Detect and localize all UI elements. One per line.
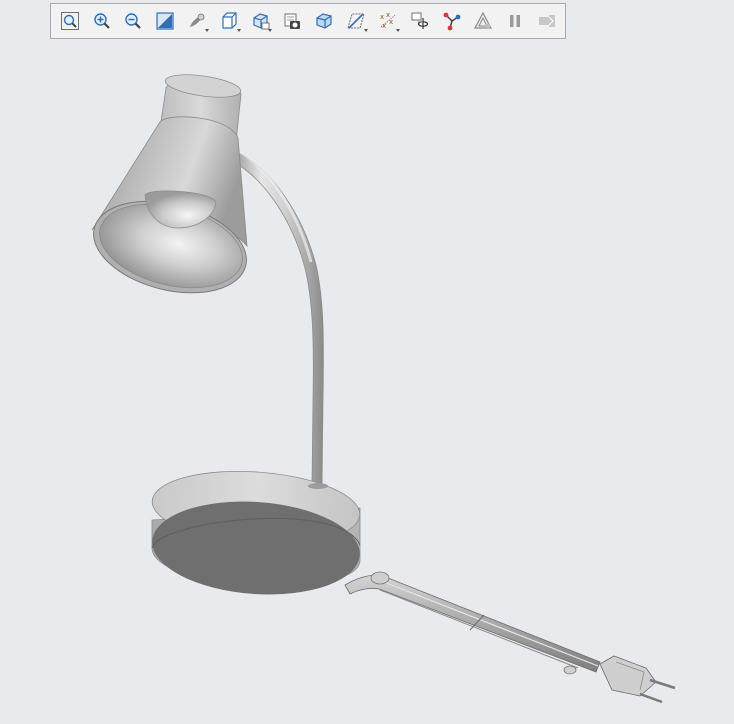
zoom-out-button[interactable]: [120, 7, 148, 35]
pause-button[interactable]: [501, 7, 529, 35]
zoom-out-icon: [125, 13, 142, 29]
view-manager-icon: [253, 13, 270, 30]
repaint-icon: [156, 12, 174, 30]
annotation-display-icon: x x x x: [380, 11, 396, 30]
lamp-3d-view[interactable]: [0, 0, 734, 724]
graphics-toolbar: x x x x: [50, 3, 566, 39]
saved-orientations-icon: [222, 12, 237, 29]
section-icon: [316, 13, 332, 29]
zoom-in-button[interactable]: [88, 7, 116, 35]
pause-icon: [510, 15, 521, 27]
refit-icon: [60, 12, 79, 30]
datum-display-icon: [347, 13, 365, 29]
next-icon: [538, 15, 555, 27]
spin-center-button[interactable]: [406, 7, 434, 35]
regenerate-button[interactable]: [470, 7, 498, 35]
model-tree-filter-button[interactable]: [438, 7, 466, 35]
graphics-window[interactable]: x x x x: [0, 0, 734, 724]
svg-text:x: x: [380, 13, 384, 21]
power-plug[interactable]: [599, 655, 676, 704]
svg-text:x: x: [389, 18, 393, 26]
model-tree-filter-icon: [443, 12, 460, 31]
refit-button[interactable]: [56, 7, 84, 35]
saved-orientations-button[interactable]: [215, 7, 243, 35]
view-manager-button[interactable]: [247, 7, 275, 35]
perspective-icon: [284, 13, 301, 29]
perspective-button[interactable]: [279, 7, 307, 35]
datum-display-button[interactable]: [342, 7, 370, 35]
power-cord[interactable]: [344, 571, 601, 675]
lamp-shade[interactable]: [84, 71, 256, 308]
annotation-display-button[interactable]: x x x x: [374, 7, 402, 35]
section-button[interactable]: [311, 7, 339, 35]
regenerate-icon: [474, 11, 493, 29]
spin-center-icon: [411, 12, 428, 29]
repaint-button[interactable]: [151, 7, 179, 35]
display-style-button[interactable]: [183, 7, 211, 35]
zoom-in-icon: [93, 13, 110, 29]
lamp-base[interactable]: [149, 465, 363, 601]
display-style-icon: [190, 13, 205, 27]
next-button[interactable]: [533, 7, 561, 35]
